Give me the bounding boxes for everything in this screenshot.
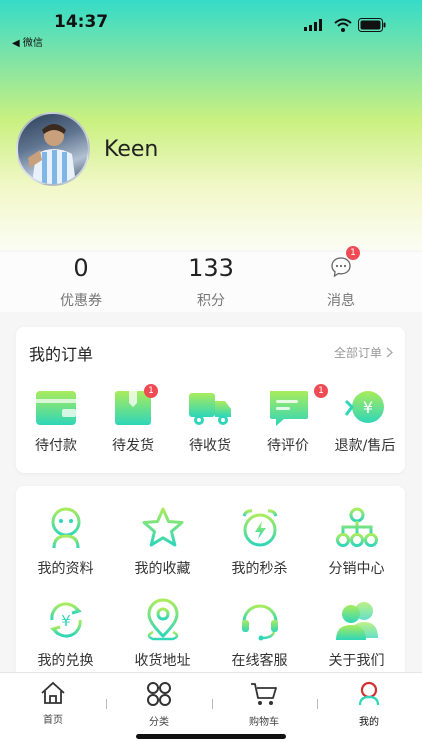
service-favorites[interactable]: 我的收藏 [114, 504, 211, 578]
exchange-icon: ¥ [49, 602, 82, 638]
tab-divider [106, 699, 107, 709]
coupon-count: 0 [73, 254, 89, 282]
svg-text:¥: ¥ [363, 398, 373, 417]
order-pending-receipt-label: 待收货 [189, 438, 231, 454]
home-indicator [136, 734, 286, 739]
location-icon [146, 598, 179, 641]
tab-divider [317, 699, 318, 709]
wifi-icon [334, 18, 352, 32]
service-flash-sale-label: 我的秒杀 [231, 561, 288, 577]
all-orders-link[interactable]: 全部订单 [334, 344, 393, 361]
order-pending-payment-label: 待付款 [35, 438, 77, 454]
stats-row: 0 优惠券 133 积分 1 消息 [0, 246, 422, 312]
service-about[interactable]: 关于我们 [308, 596, 405, 670]
order-pending-receipt[interactable]: 待收货 [172, 387, 248, 455]
pending-review-badge: 1 [314, 384, 328, 398]
order-pending-shipment-label: 待发货 [112, 438, 154, 454]
service-about-label: 关于我们 [328, 653, 385, 669]
battery-icon [358, 18, 386, 32]
service-exchange-label: 我的兑换 [37, 653, 94, 669]
order-refund-label: 退款/售后 [334, 438, 396, 454]
profile-icon [51, 507, 80, 549]
user-tab-icon [358, 681, 380, 706]
tab-category[interactable]: 分类 [114, 681, 204, 728]
service-flash-sale[interactable]: 我的秒杀 [211, 504, 308, 578]
all-orders-label: 全部订单 [333, 346, 382, 360]
category-icon [147, 682, 171, 706]
points-label: 积分 [197, 293, 225, 309]
status-time: 14:37 [54, 12, 109, 32]
tab-cart[interactable]: 购物车 [219, 681, 309, 728]
tab-home[interactable]: 首页 [8, 681, 98, 726]
service-address[interactable]: 收货地址 [114, 596, 211, 670]
service-my-profile-label: 我的资料 [37, 561, 94, 577]
home-icon [41, 681, 65, 704]
service-address-label: 收货地址 [134, 653, 191, 669]
wallet-icon [36, 391, 76, 425]
points-stat[interactable]: 133 积分 [161, 252, 261, 310]
order-pending-payment[interactable]: 待付款 [18, 387, 94, 455]
services-card: 我的资料 我的收藏 我的秒杀 分销中心 ¥ 我的兑换 收货地址 在线客服 关于我… [16, 486, 405, 686]
comment-icon [270, 391, 308, 426]
profile-section[interactable]: Keen [16, 112, 158, 186]
svg-text:¥: ¥ [61, 612, 71, 630]
cart-icon [251, 683, 277, 705]
alarm-icon [242, 509, 277, 547]
service-distribution-label: 分销中心 [328, 561, 385, 577]
service-exchange[interactable]: ¥ 我的兑换 [17, 596, 114, 670]
service-support-label: 在线客服 [231, 653, 288, 669]
tab-me[interactable]: 我的 [324, 681, 414, 728]
points-count: 133 [188, 254, 234, 282]
tab-bar: 首页 分类 购物车 我的 [0, 672, 422, 751]
avatar-photo-icon [28, 124, 76, 184]
status-bar: 14:37 ◀ 微信 [0, 10, 422, 50]
tab-divider [212, 699, 213, 709]
message-stat[interactable]: 1 消息 [291, 246, 391, 310]
message-icon-wrap: 1 [291, 246, 391, 284]
tab-cart-label: 购物车 [249, 717, 279, 728]
avatar[interactable] [16, 112, 90, 186]
pending-shipment-badge: 1 [144, 384, 158, 398]
message-icon [331, 257, 351, 278]
users-icon [335, 602, 378, 640]
tab-me-label: 我的 [359, 717, 379, 728]
network-icon [335, 507, 378, 547]
headset-icon [241, 604, 278, 641]
order-pending-shipment[interactable]: 1 待发货 [95, 384, 171, 455]
service-my-profile[interactable]: 我的资料 [17, 504, 114, 578]
service-favorites-label: 我的收藏 [134, 561, 191, 577]
message-label: 消息 [327, 293, 355, 309]
order-pending-review-label: 待评价 [267, 438, 309, 454]
tab-category-label: 分类 [149, 717, 169, 728]
message-badge: 1 [346, 246, 360, 260]
chevron-right-icon [386, 347, 393, 358]
username: Keen [104, 136, 159, 162]
tab-home-label: 首页 [43, 715, 63, 726]
order-refund[interactable]: ¥ 退款/售后 [327, 387, 403, 455]
orders-card: 我的订单 全部订单 待付款 1 待发货 待收货 1 待评价 ¥ 退款/售后 [16, 327, 405, 473]
service-distribution[interactable]: 分销中心 [308, 504, 405, 578]
order-pending-review[interactable]: 1 待评价 [250, 384, 328, 455]
coupon-label: 优惠券 [60, 293, 102, 309]
star-icon [142, 507, 183, 547]
orders-title: 我的订单 [29, 345, 94, 364]
truck-icon [189, 393, 231, 425]
signal-icon [304, 19, 322, 31]
back-to-app-link[interactable]: ◀ 微信 [12, 34, 43, 49]
coupon-stat[interactable]: 0 优惠券 [31, 252, 131, 310]
service-support[interactable]: 在线客服 [211, 596, 308, 670]
refund-icon: ¥ [344, 391, 384, 423]
